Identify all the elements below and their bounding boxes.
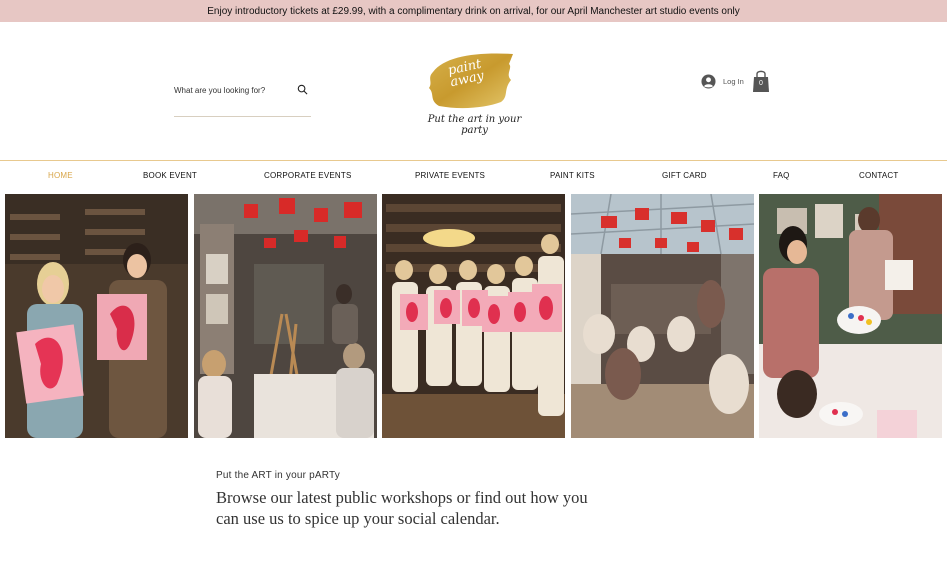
main-nav: HOME BOOK EVENT CORPORATE EVENTS PRIVATE… xyxy=(0,160,947,190)
nav-home[interactable]: HOME xyxy=(48,171,73,180)
nav-book-event[interactable]: BOOK EVENT xyxy=(143,171,197,180)
site-logo[interactable]: paint away Put the art in your party xyxy=(417,48,532,136)
search-bar[interactable] xyxy=(174,82,311,117)
promo-text: Enjoy introductory tickets at £29.99, wi… xyxy=(207,5,740,17)
nav-contact[interactable]: CONTACT xyxy=(859,171,898,180)
site-header: paint away Put the art in your party Log… xyxy=(0,22,947,160)
search-input[interactable] xyxy=(174,83,294,97)
nav-faq[interactable]: FAQ xyxy=(773,171,790,180)
cart-count: 0 xyxy=(759,80,763,87)
login-button[interactable]: Log In xyxy=(701,74,744,89)
gallery-photo-flamingo-duo[interactable] xyxy=(5,194,188,438)
gallery-photo-lantern-class[interactable] xyxy=(194,194,377,438)
nav-private-events[interactable]: PRIVATE EVENTS xyxy=(415,171,485,180)
login-label[interactable]: Log In xyxy=(723,77,744,86)
nav-corporate-events[interactable]: CORPORATE EVENTS xyxy=(264,171,352,180)
intro-eyebrow: Put the ART in your pARTy xyxy=(216,470,340,481)
intro-section: Put the ART in your pARTy Browse our lat… xyxy=(216,470,596,529)
gallery-photo-table-painting[interactable] xyxy=(759,194,942,438)
nav-gift-card[interactable]: GIFT CARD xyxy=(662,171,707,180)
cart-button[interactable]: 0 xyxy=(752,69,770,93)
user-avatar-icon[interactable] xyxy=(701,74,716,89)
gallery-photo-group-canvases[interactable] xyxy=(382,194,565,438)
promo-banner: Enjoy introductory tickets at £29.99, wi… xyxy=(0,0,947,22)
nav-paint-kits[interactable]: PAINT KITS xyxy=(550,171,595,180)
search-icon[interactable] xyxy=(297,84,308,95)
intro-heading: Browse our latest public workshops or fi… xyxy=(216,488,588,528)
photo-gallery xyxy=(5,194,942,438)
gallery-photo-studio-crowd[interactable] xyxy=(571,194,754,438)
logo-tagline: Put the art in your party xyxy=(427,114,522,136)
